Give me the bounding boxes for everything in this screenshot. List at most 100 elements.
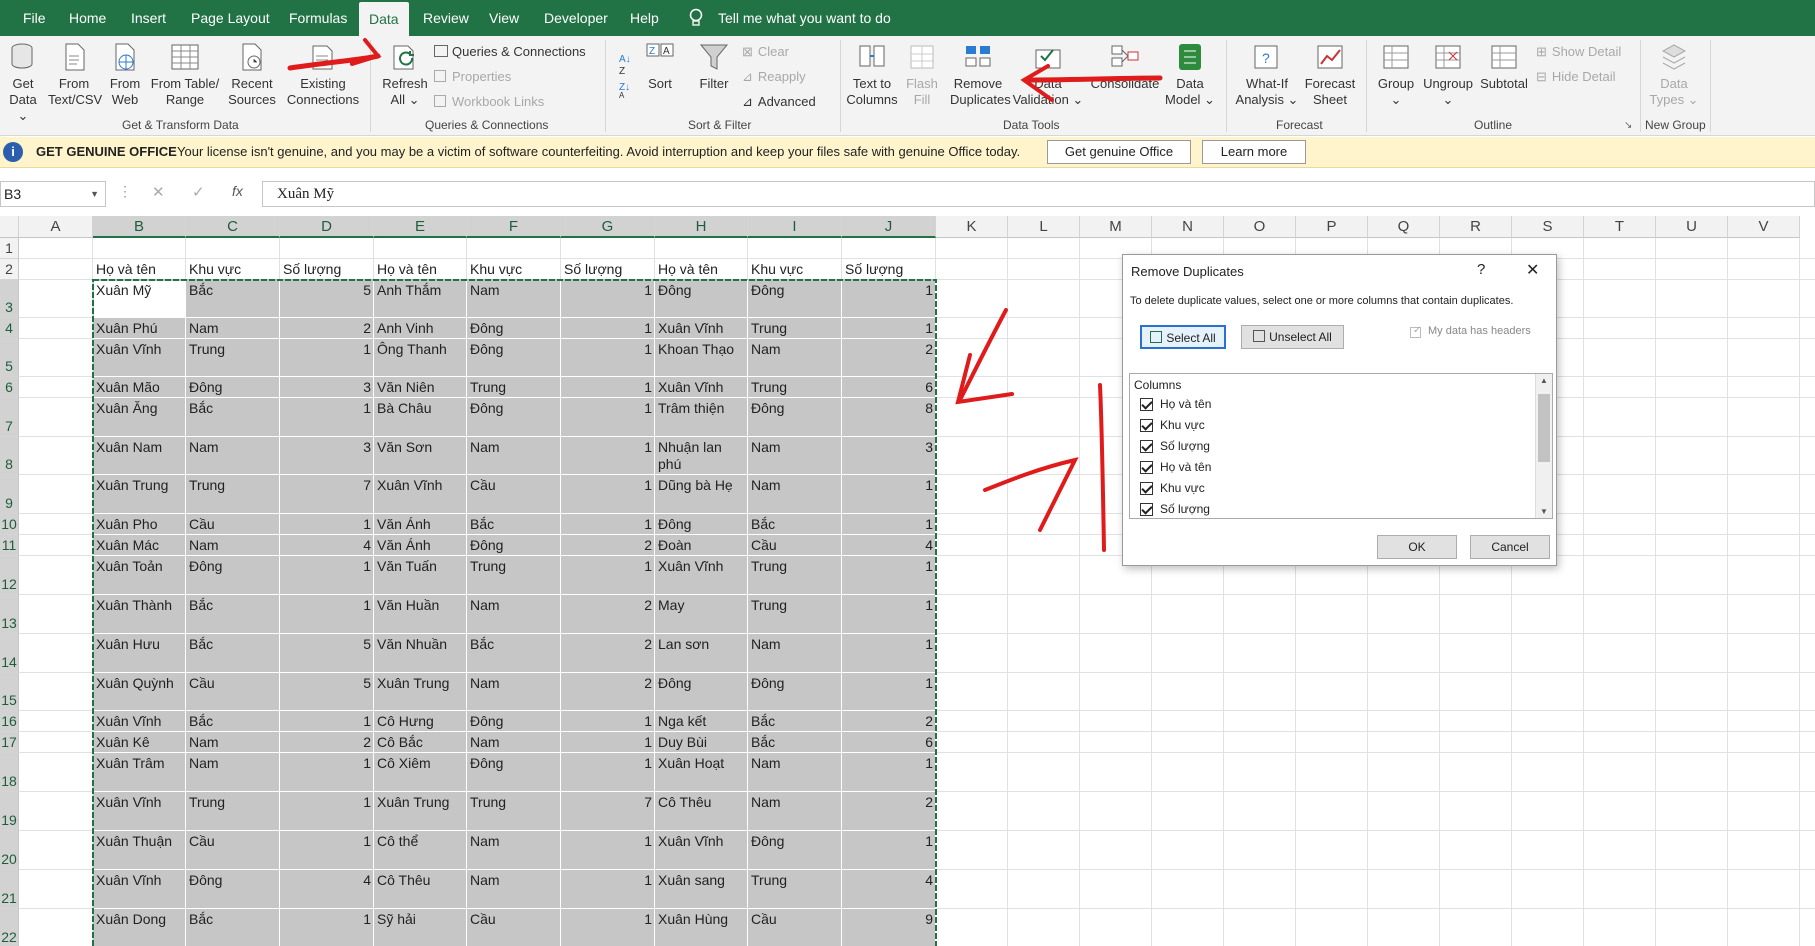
column-header-o[interactable]: O [1224, 216, 1296, 238]
cell[interactable]: Đông [655, 514, 748, 535]
sort-button[interactable]: ZA Sort [640, 42, 680, 92]
cell[interactable]: 6 [842, 377, 936, 398]
cell[interactable]: Cầu [467, 909, 561, 946]
column-header-l[interactable]: L [1008, 216, 1080, 238]
cell[interactable]: 6 [842, 732, 936, 753]
cell[interactable]: Nam [186, 437, 280, 475]
recent-sources-button[interactable]: Recent Sources [224, 42, 280, 108]
cell[interactable]: 1 [561, 318, 655, 339]
cell[interactable]: Cầu [186, 831, 280, 870]
column-header-a[interactable]: A [19, 216, 93, 238]
cell[interactable]: Bắc [186, 711, 280, 732]
cell[interactable]: 1 [842, 514, 936, 535]
cell[interactable]: 1 [842, 318, 936, 339]
cell[interactable]: Đông [186, 377, 280, 398]
cell[interactable]: Bắc [186, 280, 280, 318]
column-checkbox[interactable] [1140, 398, 1153, 411]
column-header-j[interactable]: J [842, 216, 936, 238]
data-model-button[interactable]: Data Model ⌄ [1164, 42, 1216, 108]
cell[interactable]: Xuân Vĩnh [655, 831, 748, 870]
row-header[interactable]: 1 [0, 238, 19, 259]
row-header[interactable]: 11 [0, 535, 19, 556]
cell[interactable]: Đông [186, 870, 280, 909]
cell[interactable]: Cầu [186, 514, 280, 535]
cell[interactable]: 1 [561, 909, 655, 946]
cell[interactable]: 1 [842, 673, 936, 711]
from-table-range-button[interactable]: From Table/ Range [148, 42, 222, 108]
cell[interactable]: Xuân Nam [93, 437, 186, 475]
column-header-n[interactable]: N [1152, 216, 1224, 238]
cell[interactable]: Đông [467, 318, 561, 339]
cell[interactable]: 1 [561, 711, 655, 732]
cell[interactable]: 2 [842, 711, 936, 732]
cell[interactable]: Cô thể [374, 831, 467, 870]
reapply-button[interactable]: ⊿ Reapply [742, 69, 806, 85]
cell[interactable]: Trung [186, 339, 280, 377]
tab-home[interactable]: Home [59, 0, 116, 36]
cell[interactable]: Bắc [467, 514, 561, 535]
cell[interactable]: Bắc [748, 514, 842, 535]
cell[interactable]: 2 [842, 792, 936, 831]
row-header[interactable]: 9 [0, 475, 19, 514]
cell[interactable]: Đông [748, 280, 842, 318]
cell[interactable]: Xuân Vĩnh [93, 870, 186, 909]
cell[interactable]: Đông [655, 673, 748, 711]
cell[interactable]: Cô Thêu [655, 792, 748, 831]
cell[interactable]: Xuân Thuận [93, 831, 186, 870]
cell[interactable]: 2 [561, 595, 655, 634]
cell[interactable]: Bắc [748, 732, 842, 753]
row-header[interactable]: 22 [0, 909, 19, 946]
cell[interactable]: Trâm thiện [655, 398, 748, 437]
cell[interactable]: Văn Nhuần [374, 634, 467, 673]
name-box[interactable]: B3 ▼ [0, 181, 106, 207]
tab-data[interactable]: Data [359, 2, 409, 36]
cell[interactable]: Trung [748, 870, 842, 909]
cell[interactable]: 5 [280, 634, 374, 673]
row-header[interactable]: 3 [0, 280, 19, 318]
row-header[interactable]: 4 [0, 318, 19, 339]
cell[interactable]: 1 [280, 398, 374, 437]
row-header[interactable]: 16 [0, 711, 19, 732]
cell[interactable]: Nam [467, 280, 561, 318]
cell[interactable]: Nhuận lan phú [655, 437, 748, 475]
cell[interactable]: Anh Thắm [374, 280, 467, 318]
cell[interactable]: Nam [748, 792, 842, 831]
cell[interactable]: Cầu [186, 673, 280, 711]
cell[interactable]: 4 [280, 535, 374, 556]
row-header[interactable]: 14 [0, 634, 19, 673]
cell[interactable]: Đông [748, 398, 842, 437]
cell[interactable]: Nam [186, 318, 280, 339]
cell[interactable]: Lan sơn [655, 634, 748, 673]
row-header[interactable]: 8 [0, 437, 19, 475]
cell[interactable]: Ông Thanh [374, 339, 467, 377]
cell[interactable]: Số lượng [842, 259, 936, 280]
cell[interactable]: 2 [280, 732, 374, 753]
cell[interactable]: 1 [842, 280, 936, 318]
flash-fill-button[interactable]: Flash Fill [904, 42, 940, 108]
cell[interactable]: Xuân Thành [93, 595, 186, 634]
cell[interactable]: 3 [280, 437, 374, 475]
cell[interactable]: Xuân Vĩnh [374, 475, 467, 514]
cell[interactable]: Xuân Vĩnh [655, 556, 748, 595]
cell[interactable]: 1 [280, 514, 374, 535]
properties-button[interactable]: Properties [434, 69, 511, 85]
cell[interactable]: 4 [280, 870, 374, 909]
cell[interactable]: Bắc [186, 909, 280, 946]
cell[interactable]: 5 [280, 673, 374, 711]
cell[interactable]: Khu vực [186, 259, 280, 280]
cell[interactable]: Xuân Vĩnh [655, 377, 748, 398]
cell[interactable]: Xuân Kê [93, 732, 186, 753]
cell[interactable]: Văn Huần [374, 595, 467, 634]
cell[interactable]: Cô Hưng [374, 711, 467, 732]
cell[interactable]: 2 [561, 535, 655, 556]
cell[interactable]: 4 [842, 870, 936, 909]
column-header-q[interactable]: Q [1368, 216, 1440, 238]
cell[interactable]: Họ và tên [374, 259, 467, 280]
existing-connections-button[interactable]: Existing Connections [284, 42, 362, 108]
cell[interactable]: Cầu [467, 475, 561, 514]
cell[interactable]: Bắc [186, 634, 280, 673]
column-header-t[interactable]: T [1584, 216, 1656, 238]
column-header-h[interactable]: H [655, 216, 748, 238]
select-all-corner[interactable] [0, 216, 19, 238]
cell[interactable]: Cầu [748, 909, 842, 946]
